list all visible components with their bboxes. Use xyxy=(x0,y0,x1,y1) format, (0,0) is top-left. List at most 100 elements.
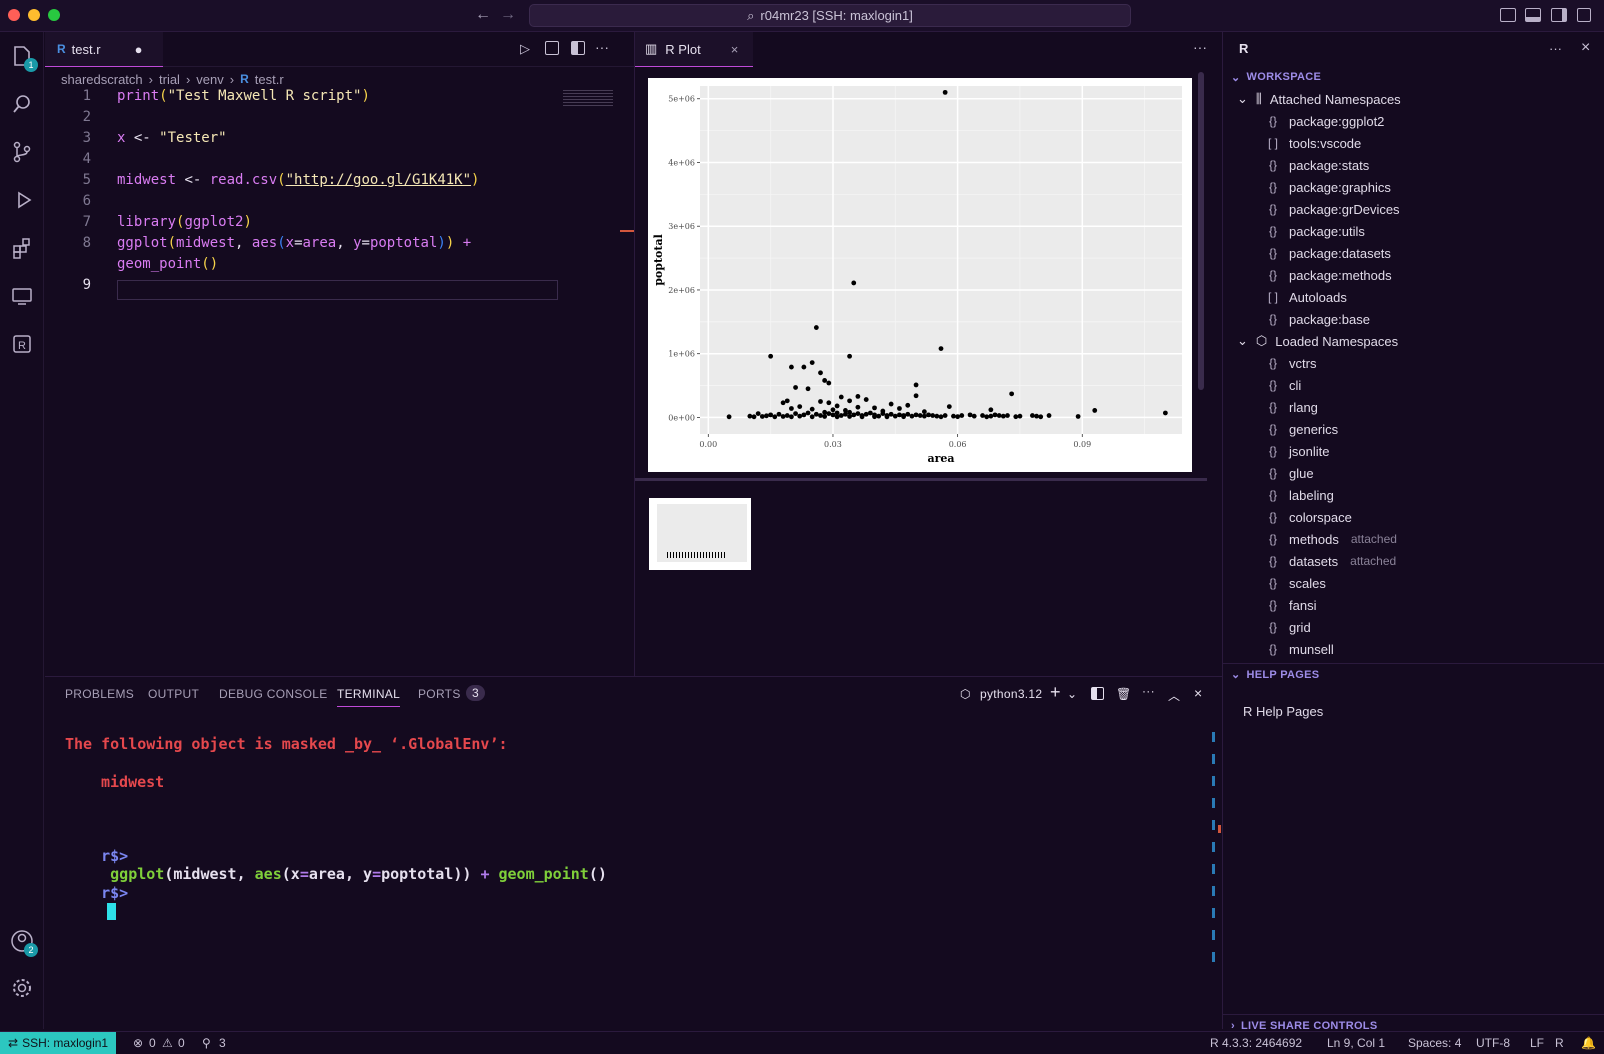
ports-icon[interactable]: ⚲ xyxy=(202,1036,211,1050)
tab-terminal[interactable]: TERMINAL xyxy=(337,687,401,707)
ports-count[interactable]: 3 xyxy=(219,1036,226,1050)
language-mode[interactable]: R xyxy=(1555,1036,1564,1050)
trash-icon[interactable]: 🗑 xyxy=(1116,687,1132,701)
loaded-namespace-item[interactable]: {} generics xyxy=(1265,418,1350,440)
notifications-bell-icon[interactable]: 🔔 xyxy=(1581,1036,1596,1050)
accounts-icon[interactable]: 2 xyxy=(8,927,38,957)
terminal-shell-label[interactable]: python3.12 xyxy=(980,687,1042,701)
loaded-namespace-item[interactable]: {} jsonlite xyxy=(1265,440,1341,462)
cursor-position[interactable]: Ln 9, Col 1 xyxy=(1327,1036,1385,1050)
loaded-namespace-item[interactable]: {} cli xyxy=(1265,374,1313,396)
more-actions-icon[interactable]: ··· xyxy=(1193,39,1207,55)
attached-namespace-item[interactable]: {} package:utils xyxy=(1265,220,1365,242)
attached-namespace-item[interactable]: {} package:grDevices xyxy=(1265,198,1400,220)
plot-thumbnail[interactable] xyxy=(649,498,751,570)
namespace-icon: {} xyxy=(1268,422,1277,436)
attached-namespace-item[interactable]: {} package:ggplot2 xyxy=(1265,110,1384,132)
source-control-icon[interactable] xyxy=(8,138,36,166)
toggle-panel-icon[interactable] xyxy=(1525,8,1541,22)
minimap[interactable] xyxy=(563,90,613,108)
new-terminal-plus-icon[interactable]: + xyxy=(1050,682,1061,703)
tab-output[interactable]: OUTPUT xyxy=(148,687,199,701)
line-number: 7 xyxy=(82,214,91,230)
remote-explorer-icon[interactable] xyxy=(8,282,36,310)
help-pages-item[interactable]: R Help Pages xyxy=(1243,700,1323,722)
back-arrow-icon[interactable]: ← xyxy=(475,6,491,24)
more-actions-icon[interactable]: ··· xyxy=(1549,41,1562,56)
attached-namespaces-node[interactable]: ⌄ ⫼ Attached Namespaces xyxy=(1237,88,1401,110)
workspace-section-header[interactable]: ⌄ WORKSPACE xyxy=(1223,66,1604,88)
maximize-window-button[interactable] xyxy=(48,9,60,21)
terminal-scrollbar[interactable] xyxy=(1212,732,1215,972)
loaded-namespace-item[interactable]: {} glue xyxy=(1265,462,1326,484)
tab-problems[interactable]: PROBLEMS xyxy=(65,687,134,701)
loaded-namespace-item[interactable]: {} rlang xyxy=(1265,396,1330,418)
breadcrumb-item[interactable]: trial xyxy=(159,72,180,87)
help-pages-section-header[interactable]: ⌄ HELP PAGES xyxy=(1223,663,1604,685)
warnings-count[interactable]: 0 xyxy=(178,1036,185,1050)
close-panel-icon[interactable]: × xyxy=(1194,685,1202,701)
data-point xyxy=(793,411,798,417)
customize-layout-icon[interactable] xyxy=(1577,8,1591,22)
maximize-panel-icon[interactable]: ︿ xyxy=(1168,687,1180,704)
loaded-namespace-item[interactable]: {} colorspace xyxy=(1265,506,1364,528)
warnings-icon[interactable]: ⚠ xyxy=(162,1036,173,1050)
loaded-namespace-item[interactable]: {} methods attached xyxy=(1265,528,1397,550)
loaded-namespace-item[interactable]: {} grid xyxy=(1265,616,1323,638)
loaded-namespace-item[interactable]: {} labeling xyxy=(1265,484,1346,506)
close-icon[interactable]: × xyxy=(731,42,739,57)
split-editor-icon[interactable] xyxy=(571,41,585,55)
end-of-line[interactable]: LF xyxy=(1530,1036,1544,1050)
loaded-namespace-item[interactable]: {} scales xyxy=(1265,572,1338,594)
attached-namespace-item[interactable]: {} package:datasets xyxy=(1265,242,1391,264)
loaded-namespace-item[interactable]: {} munsell xyxy=(1265,638,1346,660)
loaded-namespace-item[interactable]: {} fansi xyxy=(1265,594,1328,616)
toggle-secondary-sidebar-icon[interactable] xyxy=(1551,8,1567,22)
loaded-namespace-item[interactable]: {} vctrs xyxy=(1265,352,1328,374)
more-actions-icon[interactable]: ··· xyxy=(595,39,609,55)
namespace-icon: {} xyxy=(1268,114,1277,128)
breadcrumb-item[interactable]: sharedscratch xyxy=(61,72,143,87)
command-center-search[interactable]: ⌕ r04mr23 [SSH: maxlogin1] xyxy=(529,4,1131,27)
settings-gear-icon[interactable] xyxy=(8,974,36,1002)
split-terminal-icon[interactable] xyxy=(1091,687,1104,700)
chevron-down-icon[interactable]: ⌄ xyxy=(1067,687,1077,701)
attached-namespace-item[interactable]: {} package:stats xyxy=(1265,154,1369,176)
tab-test-r[interactable]: R test.r ● xyxy=(45,32,163,67)
r-extension-icon[interactable]: R xyxy=(8,330,36,358)
close-icon[interactable]: × xyxy=(1581,39,1590,57)
search-icon[interactable] xyxy=(8,90,36,118)
minimize-window-button[interactable] xyxy=(28,9,40,21)
encoding[interactable]: UTF-8 xyxy=(1476,1036,1510,1050)
remote-indicator[interactable]: ⇄ SSH: maxlogin1 xyxy=(0,1032,117,1054)
extensions-icon[interactable] xyxy=(8,234,36,262)
x-axis-label: area xyxy=(927,452,954,465)
tab-debug-console[interactable]: DEBUG CONSOLE xyxy=(219,687,328,701)
breadcrumb-item[interactable]: test.r xyxy=(255,72,284,87)
run-debug-icon[interactable] xyxy=(8,186,36,214)
attached-namespace-item[interactable]: {} package:graphics xyxy=(1265,176,1391,198)
close-window-button[interactable] xyxy=(8,9,20,21)
attached-namespace-item[interactable]: {} package:base xyxy=(1265,308,1370,330)
loaded-namespaces-node[interactable]: ⌄ ⬡ Loaded Namespaces xyxy=(1237,330,1398,352)
attached-namespace-item[interactable]: [ ] tools:vscode xyxy=(1265,132,1361,154)
attached-namespace-item[interactable]: [ ] Autoloads xyxy=(1265,286,1347,308)
plot-scrollbar[interactable] xyxy=(1198,72,1204,390)
explorer-icon[interactable]: 1 xyxy=(8,42,38,72)
indentation[interactable]: Spaces: 4 xyxy=(1408,1036,1461,1050)
more-actions-icon[interactable]: ··· xyxy=(1142,684,1155,698)
tab-ports[interactable]: PORTS xyxy=(418,687,461,701)
open-changes-icon[interactable] xyxy=(545,41,559,55)
toggle-primary-sidebar-icon[interactable] xyxy=(1500,8,1516,22)
forward-arrow-icon[interactable]: → xyxy=(500,6,516,24)
run-file-icon[interactable]: ▷ xyxy=(520,41,530,57)
loaded-namespace-item[interactable]: {} datasets attached xyxy=(1265,550,1396,572)
r-version[interactable]: R 4.3.3: 2464692 xyxy=(1210,1036,1302,1050)
tab-r-plot[interactable]: ▥ R Plot × xyxy=(635,32,753,67)
errors-icon[interactable]: ⊗ xyxy=(133,1036,143,1050)
breadcrumb-item[interactable]: venv xyxy=(196,72,223,87)
unsaved-dot-icon[interactable]: ● xyxy=(135,42,143,57)
errors-count[interactable]: 0 xyxy=(149,1036,156,1050)
code-line: x <- "Tester" xyxy=(117,130,227,146)
attached-namespace-item[interactable]: {} package:methods xyxy=(1265,264,1392,286)
